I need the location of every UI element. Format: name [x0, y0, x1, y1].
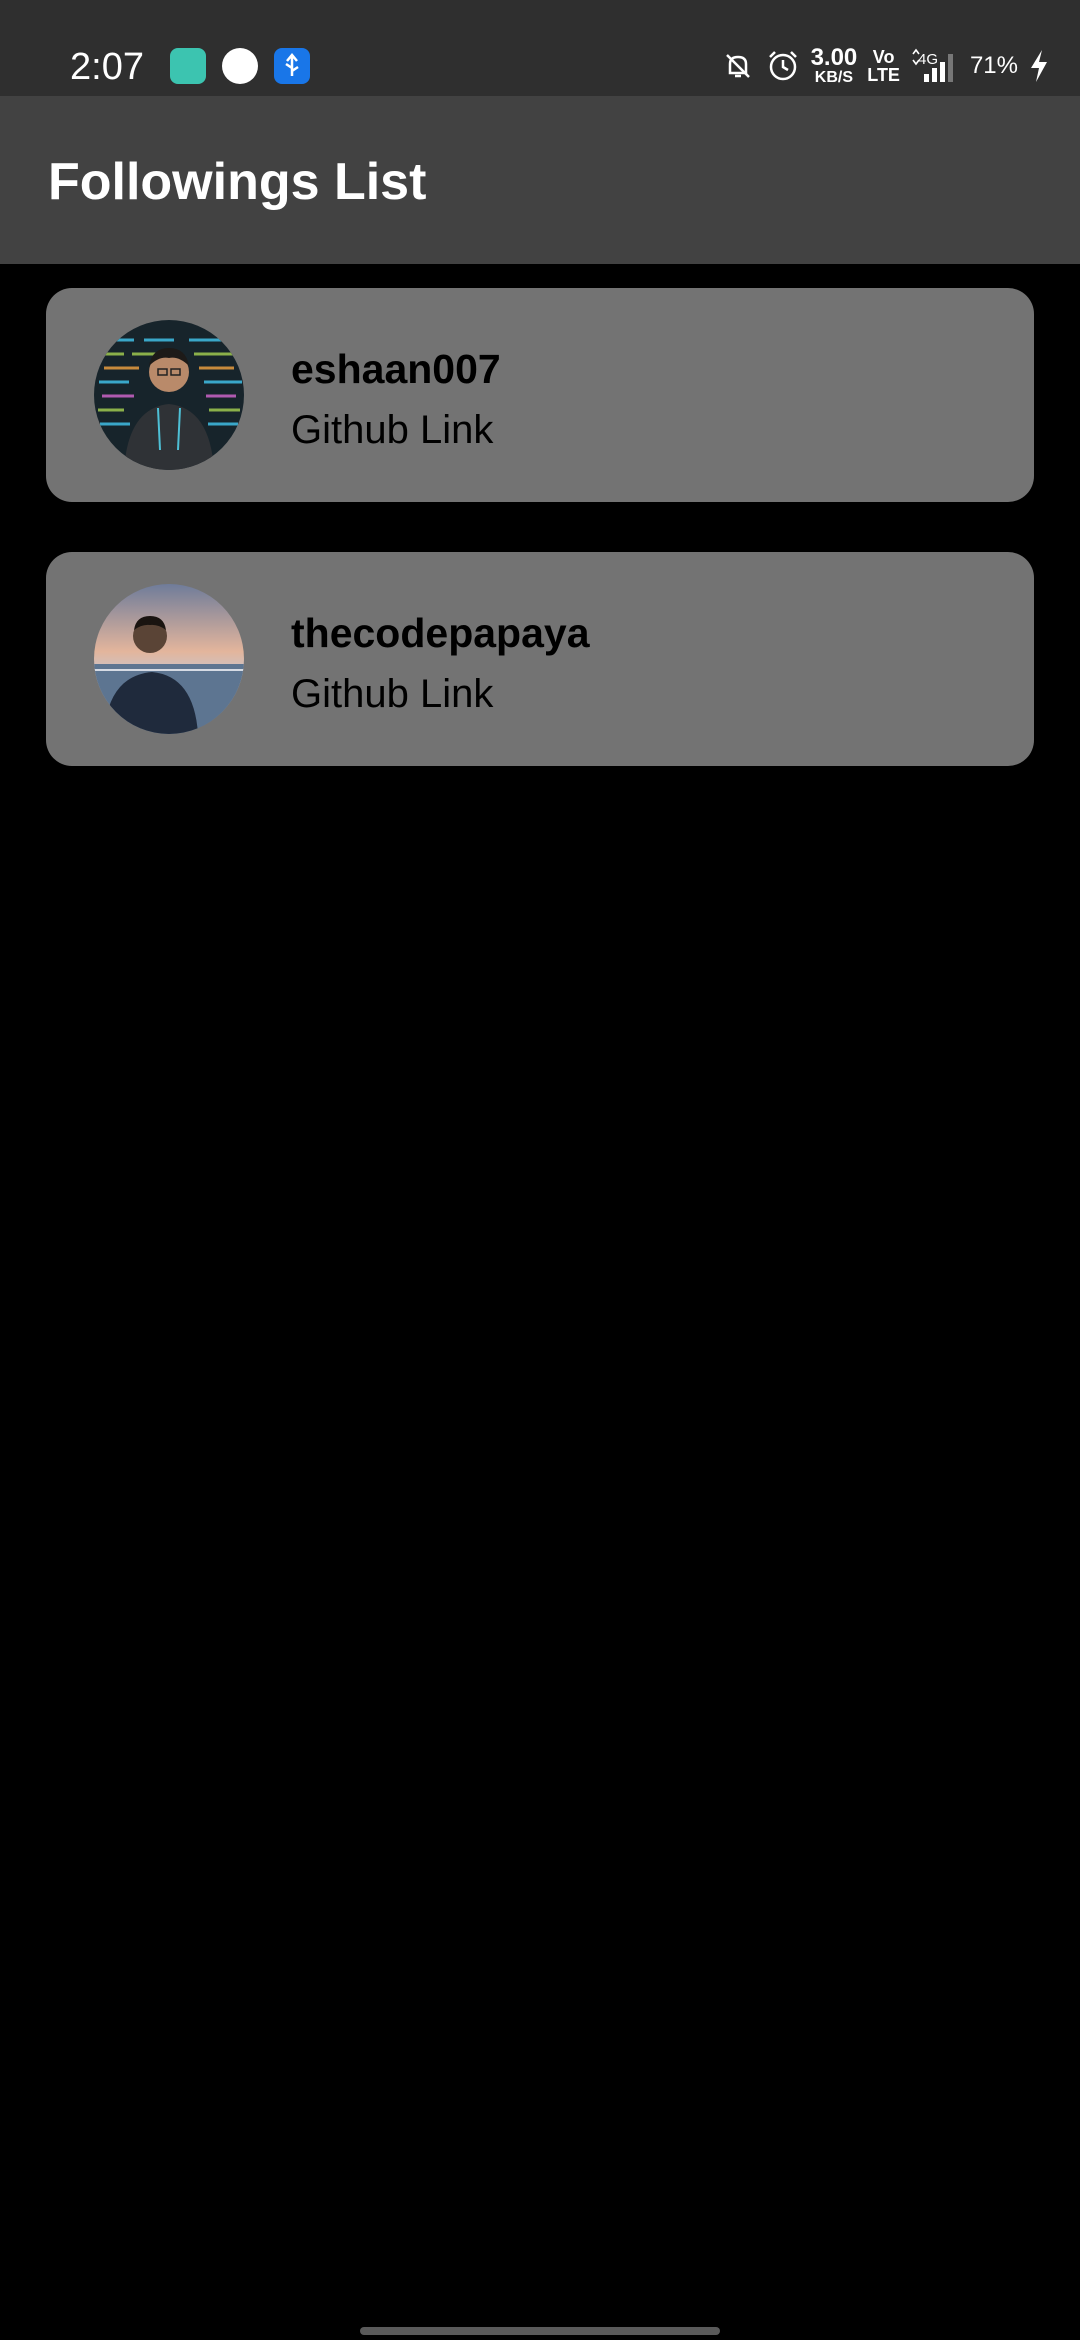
app-notification-icon: [170, 48, 206, 84]
home-indicator[interactable]: [360, 2327, 720, 2335]
volte-indicator: Vo LTE: [867, 48, 900, 84]
charging-icon: [1028, 48, 1050, 84]
network-speed-unit: KB/S: [814, 69, 854, 86]
page-title: Followings List: [48, 153, 427, 211]
signal-icon: 4G: [910, 48, 960, 84]
volte-top: Vo: [872, 47, 895, 67]
alarm-icon: [765, 48, 801, 84]
volte-bottom: LTE: [867, 65, 900, 85]
network-speed-value: 3.00: [810, 44, 858, 71]
following-card[interactable]: eshaan007 Github Link: [46, 288, 1034, 502]
network-speed: 3.00 KB/S: [811, 46, 858, 86]
app-bar: Followings List: [0, 96, 1080, 264]
status-bar: 2:07 3.00 KB/S Vo LTE 4G 71%: [0, 0, 1080, 96]
avatar: [94, 320, 244, 470]
avatar: [94, 584, 244, 734]
bell-off-icon: [721, 49, 755, 83]
status-time: 2:07: [70, 46, 144, 88]
circle-notification-icon: [222, 48, 258, 84]
battery-percent: 71%: [969, 52, 1018, 79]
card-username: eshaan007: [291, 346, 501, 392]
github-link[interactable]: Github Link: [291, 408, 493, 453]
status-icons: 3.00 KB/S Vo LTE 4G 71%: [721, 44, 1050, 88]
github-link[interactable]: Github Link: [291, 672, 493, 717]
usb-icon: [274, 48, 310, 84]
following-card[interactable]: thecodepapaya Github Link: [46, 552, 1034, 766]
network-type: 4G: [918, 51, 938, 68]
card-username: thecodepapaya: [291, 610, 590, 656]
